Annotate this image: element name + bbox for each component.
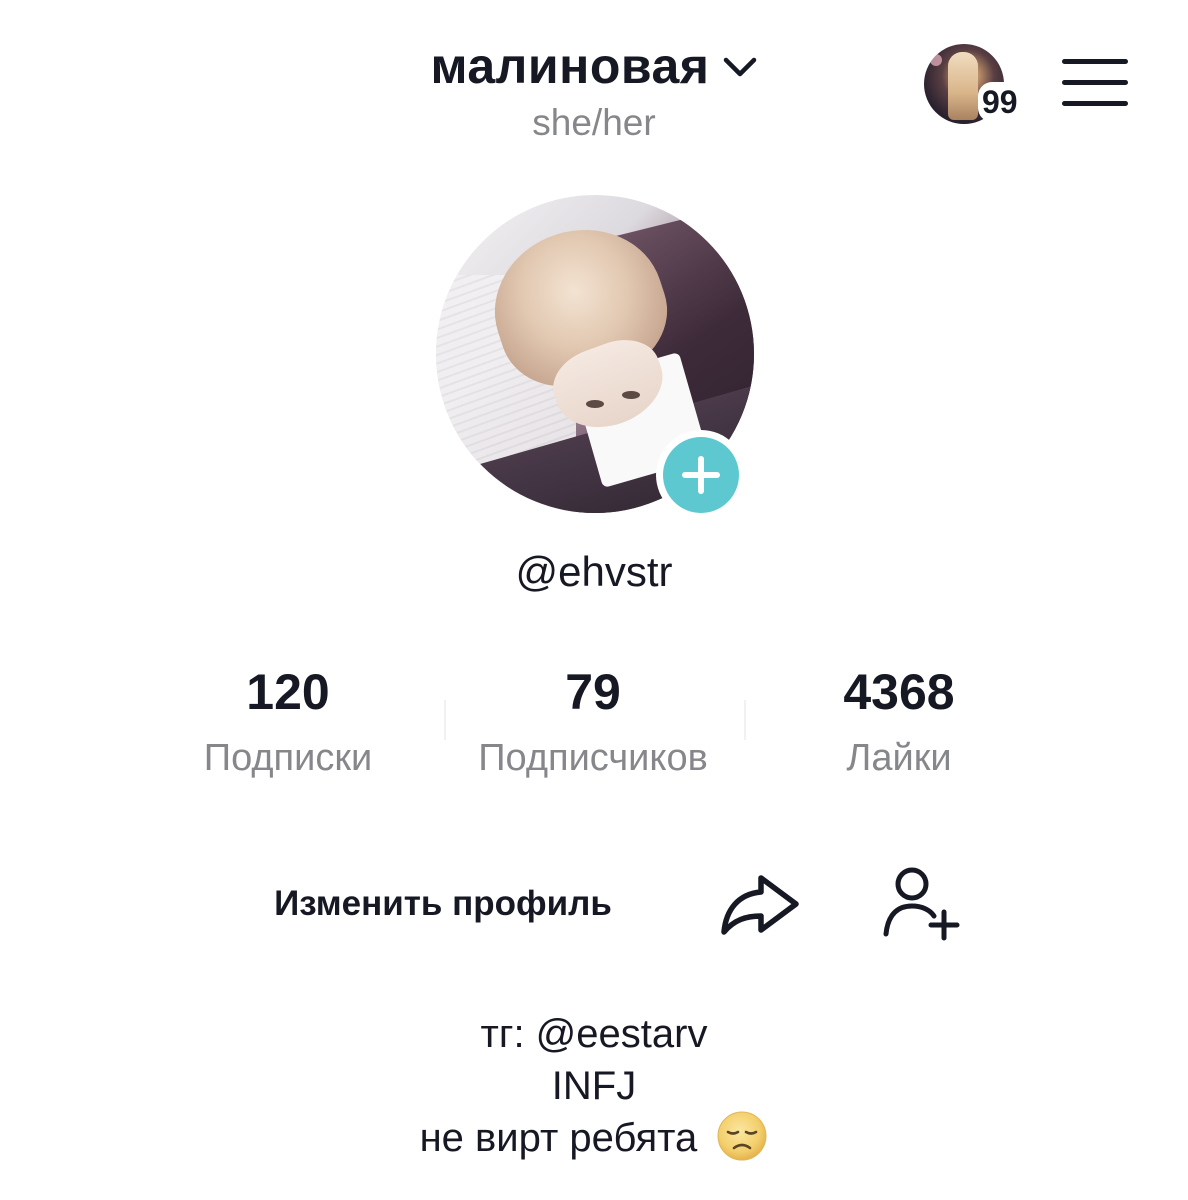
following-stat[interactable]: 120 Подписки (168, 662, 408, 782)
profile-bio: тг: @eestarv INFJ не вирт ребята (0, 1008, 1188, 1164)
add-user-icon[interactable] (876, 864, 966, 944)
disappointed-face-icon (717, 1111, 767, 1161)
bio-line: INFJ (551, 1064, 637, 1108)
likes-label: Лайки (846, 737, 952, 779)
account-switcher[interactable]: малиновая (431, 36, 758, 96)
avatar-image-detail (948, 52, 978, 120)
bio-line: тг: @eestarv (480, 1012, 708, 1056)
story-count-badge[interactable]: 99 (978, 82, 1038, 122)
plus-icon (663, 437, 739, 513)
followers-stat[interactable]: 79 Подписчиков (438, 662, 748, 782)
following-label: Подписки (203, 737, 373, 779)
bio-line: не вирт ребята (419, 1116, 698, 1160)
chevron-down-icon[interactable] (723, 56, 757, 80)
likes-count: 4368 (843, 664, 955, 720)
profile-handle: @ehvstr (515, 548, 673, 595)
bio-line-emoji-row: не вирт ребята (0, 1111, 1188, 1164)
add-photo-button[interactable] (656, 430, 746, 520)
likes-stat[interactable]: 4368 Лайки (788, 662, 1010, 782)
share-arrow-icon[interactable] (714, 866, 808, 942)
avatar-image-detail (930, 54, 942, 66)
followers-count: 79 (565, 664, 621, 720)
edit-profile-button[interactable]: Изменить профиль (240, 864, 646, 944)
hamburger-menu-icon[interactable] (1062, 56, 1130, 112)
stat-divider (744, 700, 746, 740)
profile-display-name[interactable]: малиновая (431, 36, 710, 96)
following-count: 120 (246, 664, 330, 720)
followers-label: Подписчиков (478, 737, 708, 779)
